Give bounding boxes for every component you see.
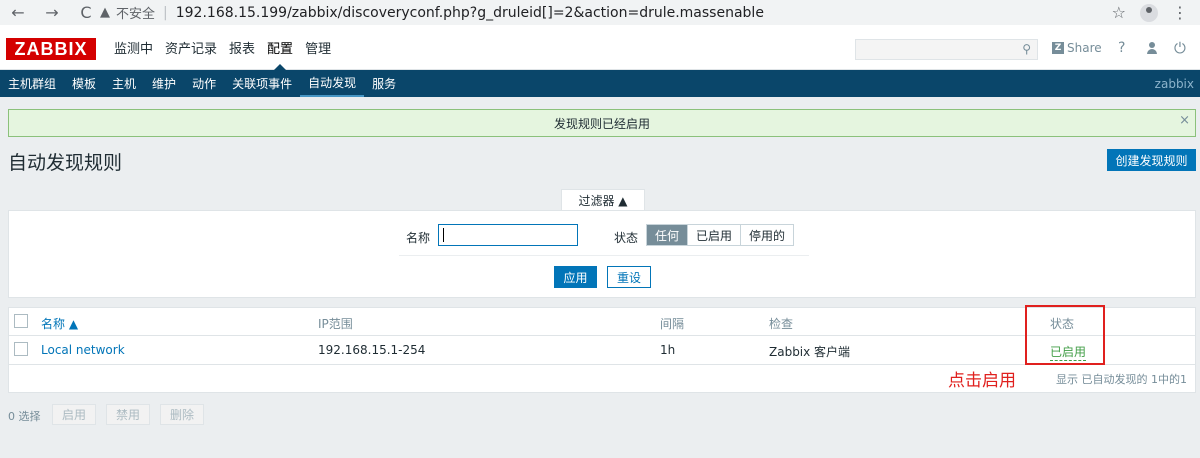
menu-monitoring[interactable]: 监测中 [108,25,159,70]
browser-toolbar: ← → C ▲ 不安全 | 192.168.15.199/zabbix/disc… [0,0,1200,25]
rule-name-link[interactable]: Local network [41,343,125,357]
status-option-any[interactable]: 任何 [647,225,689,245]
address-bar[interactable]: ▲ 不安全 | 192.168.15.199/zabbix/discoveryc… [100,0,1100,25]
filter-status-segmented: 任何 已启用 停用的 [646,224,795,246]
forward-icon[interactable]: → [40,1,64,25]
submenu-event-correlation[interactable]: 关联项事件 [224,70,300,97]
annotation-text: 点击启用 [948,371,1016,391]
page-title: 自动发现规则 [8,152,123,174]
column-header-ip-range: IP范围 [318,317,353,331]
submenu-templates[interactable]: 模板 [64,70,104,97]
share-link[interactable]: Z Share [1052,41,1102,55]
create-discovery-rule-button[interactable]: 创建发现规则 [1107,149,1196,171]
header-divider [9,335,1195,336]
main-menu: 监测中 资产记录 报表 配置 管理 [108,25,337,70]
reset-filter-button[interactable]: 重设 [607,266,651,288]
selected-count: 0 选择 [8,410,41,423]
rule-checks: Zabbix 客户端 [769,345,851,359]
column-header-checks: 检查 [769,317,794,331]
back-icon[interactable]: ← [6,1,30,25]
top-header: ZABBIX 监测中 资产记录 报表 配置 管理 ⚲ Z Share ? ⏻ [0,25,1200,70]
menu-administration[interactable]: 管理 [299,25,337,70]
filter-name-input[interactable] [438,224,578,246]
sub-menu: 主机群组 模板 主机 维护 动作 关联项事件 自动发现 服务 zabbix [0,70,1200,97]
column-header-interval: 间隔 [660,317,685,331]
row-divider [9,364,1195,365]
submenu-hosts[interactable]: 主机 [104,70,144,97]
browser-actions: ☆ ⋮ [1112,0,1200,25]
column-header-name[interactable]: 名称 ▲ [41,315,78,332]
rule-interval: 1h [660,343,676,357]
filter-name-label: 名称 [406,231,431,245]
browser-menu-icon[interactable]: ⋮ [1172,3,1188,22]
search-icon[interactable]: ⚲ [1022,42,1031,56]
url-text: 192.168.15.199/zabbix/discoveryconf.php?… [175,4,764,21]
mass-enable-button[interactable]: 启用 [52,404,96,425]
global-search-input[interactable]: ⚲ [855,39,1038,60]
menu-inventory[interactable]: 资产记录 [159,25,223,70]
share-label: Share [1067,41,1102,55]
mass-delete-button[interactable]: 删除 [160,404,204,425]
menu-reports[interactable]: 报表 [223,25,261,70]
warning-icon: ▲ [100,5,110,20]
row-checkbox[interactable] [14,342,28,356]
table-result-count: 显示 已自动发现的 1中的1 [1056,373,1187,386]
status-option-disabled[interactable]: 停用的 [741,225,794,245]
submenu-actions[interactable]: 动作 [184,70,224,97]
server-name: zabbix [1154,77,1194,91]
menu-configuration[interactable]: 配置 [261,25,299,70]
filter-panel: 名称 状态 任何 已启用 停用的 应用 重设 [8,210,1196,298]
filter-status-label: 状态 [614,231,639,245]
help-icon[interactable]: ? [1118,40,1125,56]
bookmark-star-icon[interactable]: ☆ [1112,3,1126,22]
filter-toggle-tab[interactable]: 过滤器 ▲ [561,189,645,211]
insecure-label: 不安全 [116,7,156,22]
annotation-highlight-box [1025,305,1105,365]
success-message: 发现规则已经启用 × [8,109,1196,137]
submenu-host-groups[interactable]: 主机群组 [0,70,64,97]
address-separator: | [163,4,168,21]
profile-icon[interactable] [1140,3,1158,22]
user-profile-icon[interactable] [1146,42,1158,54]
logout-icon[interactable]: ⏻ [1174,39,1186,57]
share-icon: Z [1052,42,1064,54]
zabbix-logo[interactable]: ZABBIX [6,38,96,60]
filter-divider [399,255,809,256]
success-message-text: 发现规则已经启用 [553,116,650,131]
submenu-maintenance[interactable]: 维护 [144,70,184,97]
status-option-enabled[interactable]: 已启用 [688,225,742,245]
submenu-discovery[interactable]: 自动发现 [300,70,365,97]
text-cursor [443,228,444,242]
submenu-services[interactable]: 服务 [364,70,404,97]
rule-ip-range: 192.168.15.1-254 [318,343,426,357]
apply-filter-button[interactable]: 应用 [554,266,597,288]
select-all-checkbox[interactable] [14,314,28,328]
close-icon[interactable]: × [1179,113,1190,128]
discovery-rules-table: 名称 ▲ IP范围 间隔 检查 状态 Local network 192.168… [8,307,1196,393]
reload-icon[interactable]: C [74,1,98,25]
mass-disable-button[interactable]: 禁用 [106,404,150,425]
